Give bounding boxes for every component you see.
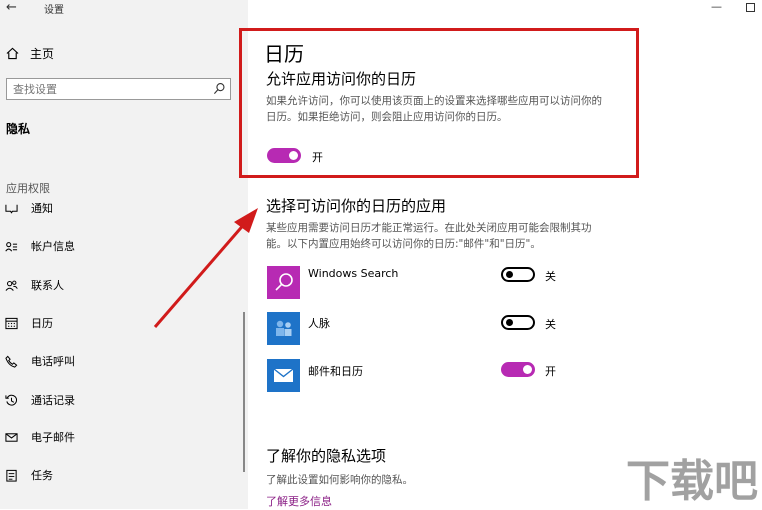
sidebar-item-label: 电子邮件 <box>31 431 75 444</box>
mail-icon <box>273 368 294 382</box>
contacts-icon <box>5 280 18 291</box>
account-info-icon <box>5 241 18 251</box>
sidebar-item-email[interactable]: 电子邮件 <box>5 428 75 446</box>
app-name-windows-search: Windows Search <box>308 267 399 280</box>
search-icon <box>275 273 293 291</box>
sidebar: ← 设置 主页 隐私 应用权限 通知 帐户信息 <box>0 0 248 509</box>
app-toggle-label: 开 <box>545 365 556 378</box>
app-toggle-people[interactable] <box>501 315 535 330</box>
sidebar-item-tasks[interactable]: 任务 <box>5 466 53 484</box>
home-icon <box>6 47 19 59</box>
search-icon[interactable] <box>213 82 226 95</box>
phone-icon <box>5 355 18 368</box>
sidebar-item-label: 电话呼叫 <box>31 355 75 368</box>
maximize-button[interactable] <box>746 3 755 12</box>
app-toggle-windows-search[interactable] <box>501 267 535 282</box>
choose-apps-description-line1: 某些应用需要访问日历才能正常运行。在此处关闭应用可能会限制其功 <box>266 222 592 234</box>
section-heading-privacy: 隐私 <box>6 122 31 136</box>
choose-apps-heading: 选择可访问你的日历的应用 <box>266 197 447 215</box>
app-toggle-mail-calendar[interactable] <box>501 362 535 377</box>
section-heading-app-permissions: 应用权限 <box>6 182 50 195</box>
annotation-highlight-box <box>239 28 639 178</box>
sidebar-item-label: 通知 <box>31 202 53 215</box>
app-tile-people <box>267 312 300 345</box>
sidebar-item-label: 主页 <box>30 46 55 61</box>
call-history-icon <box>5 394 18 406</box>
sidebar-item-notifications[interactable]: 通知 <box>5 199 53 217</box>
privacy-options-heading: 了解你的隐私选项 <box>266 447 387 465</box>
choose-apps-description-line2: 能。以下内置应用始终可以访问你的日历:"邮件"和"日历"。 <box>266 238 541 250</box>
email-icon <box>5 432 18 442</box>
sidebar-item-label: 通话记录 <box>31 394 75 407</box>
search-input[interactable] <box>13 81 203 97</box>
search-box[interactable] <box>6 78 231 100</box>
calendar-icon <box>5 317 18 329</box>
people-icon <box>276 320 292 336</box>
sidebar-item-calendar[interactable]: 日历 <box>5 314 53 332</box>
back-button[interactable]: ← <box>6 0 17 15</box>
app-toggle-label: 关 <box>545 270 556 283</box>
sidebar-item-account-info[interactable]: 帐户信息 <box>5 237 75 255</box>
learn-more-link[interactable]: 了解更多信息 <box>266 493 332 509</box>
svg-text:下载吧: 下载吧 <box>626 456 758 506</box>
sidebar-item-phone-calls[interactable]: 电话呼叫 <box>5 352 75 370</box>
app-name-people: 人脉 <box>308 317 330 330</box>
minimize-button[interactable]: — <box>711 0 722 13</box>
app-toggle-label: 关 <box>545 318 556 331</box>
sidebar-item-contacts[interactable]: 联系人 <box>5 276 64 294</box>
sidebar-scrollbar[interactable] <box>243 312 245 472</box>
sidebar-item-label: 任务 <box>31 469 53 482</box>
sidebar-item-call-history[interactable]: 通话记录 <box>5 391 75 409</box>
app-tile-windows-search <box>267 266 300 299</box>
sidebar-item-label: 日历 <box>31 317 53 330</box>
sidebar-item-label: 帐户信息 <box>31 240 75 253</box>
privacy-options-description: 了解此设置如何影响你的隐私。 <box>266 474 413 486</box>
notification-icon <box>5 204 18 214</box>
window-title: 设置 <box>44 5 64 16</box>
sidebar-item-home[interactable]: 主页 <box>6 44 54 62</box>
tasks-icon <box>6 469 17 482</box>
watermark-logo: 下载吧 <box>624 448 758 507</box>
app-tile-mail-calendar <box>267 359 300 392</box>
app-name-mail-calendar: 邮件和日历 <box>308 365 363 378</box>
sidebar-item-label: 联系人 <box>31 279 64 292</box>
